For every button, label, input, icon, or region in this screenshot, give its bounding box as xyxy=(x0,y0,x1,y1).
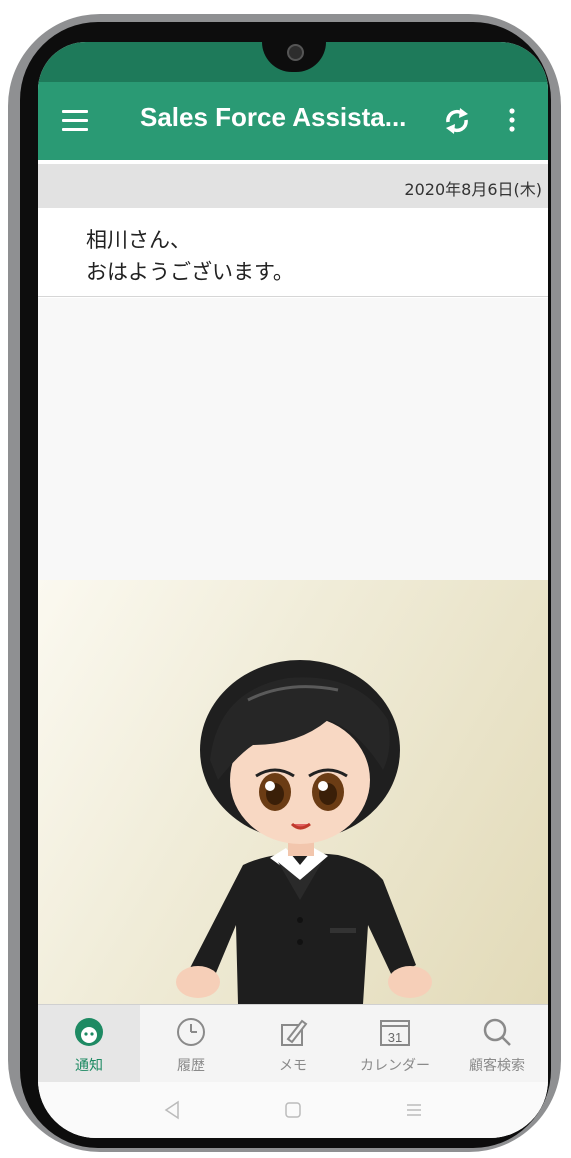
camera-icon xyxy=(287,44,304,61)
nav-calendar[interactable]: 31 カレンダー xyxy=(344,1005,446,1083)
current-date: 2020年8月6日(木) xyxy=(404,180,542,199)
bottom-navigation: 通知 履歴 メモ 31 カレンダー 顧客検索 xyxy=(38,1004,548,1083)
recents-icon[interactable] xyxy=(402,1098,426,1122)
nav-memo[interactable]: メモ xyxy=(242,1005,344,1083)
date-bar: 2020年8月6日(木) xyxy=(38,164,548,208)
app-title: Sales Force Assista... xyxy=(140,102,407,132)
history-clock-icon xyxy=(174,1015,208,1049)
search-icon xyxy=(480,1015,514,1049)
calendar-day: 31 xyxy=(388,1030,402,1045)
assistant-character-illustration xyxy=(176,660,432,1004)
greeting-card: 相川さん、 おはようございます。 xyxy=(38,210,548,297)
greeting-name: 相川さん、 xyxy=(86,228,191,252)
hamburger-menu-icon[interactable] xyxy=(62,110,88,131)
back-icon[interactable] xyxy=(160,1098,184,1122)
status-bar xyxy=(38,42,548,82)
nav-label: 履歴 xyxy=(177,1058,205,1074)
nav-label: 顧客検索 xyxy=(469,1058,525,1074)
calendar-icon: 31 xyxy=(378,1015,412,1049)
nav-history[interactable]: 履歴 xyxy=(140,1005,242,1083)
nav-customer-search[interactable]: 顧客検索 xyxy=(446,1005,548,1083)
home-icon[interactable] xyxy=(281,1098,305,1122)
nav-notifications[interactable]: 通知 xyxy=(38,1005,140,1083)
nav-label: 通知 xyxy=(75,1058,103,1074)
app-screen: Sales Force Assista... 2020年8月6日(木) 相川さん… xyxy=(38,42,548,1138)
nav-label: メモ xyxy=(279,1058,307,1074)
sync-icon[interactable] xyxy=(442,104,472,138)
nav-label: カレンダー xyxy=(360,1058,430,1074)
greeting-message: おはようございます。 xyxy=(86,260,294,284)
notification-area xyxy=(38,298,548,580)
assistant-avatar-panel xyxy=(38,580,548,1004)
more-vertical-icon[interactable] xyxy=(506,106,518,136)
app-bar: Sales Force Assista... xyxy=(38,82,548,160)
system-navigation-bar xyxy=(38,1082,548,1138)
avatar-face-icon xyxy=(72,1015,106,1049)
memo-pencil-icon xyxy=(276,1015,310,1049)
